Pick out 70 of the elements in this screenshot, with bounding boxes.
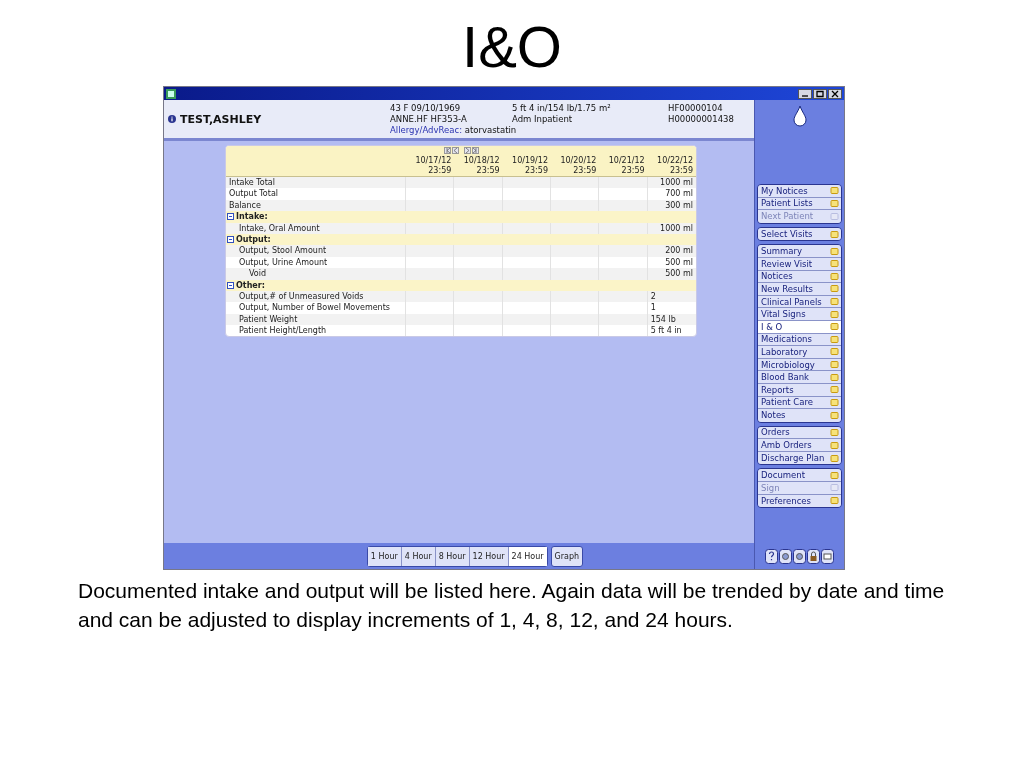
row-label: Intake, Oral Amount	[226, 222, 406, 234]
row-label: Output, Stool Amount	[226, 245, 406, 257]
section-label: Other:	[236, 280, 265, 290]
previous-arrow-icon[interactable]	[451, 147, 459, 154]
slide-title: I&O	[461, 14, 563, 80]
previous-arrow-icon[interactable]	[443, 147, 451, 154]
slide-caption: Documented intake and output will be listed here. Again data will be trended by date and time and can be adjusted to display increments of 1, 4, 8, 12, and 24 hours.	[78, 578, 946, 633]
nav-item[interactable]: Document	[758, 469, 841, 483]
patient-info: ANNE.HF HF353-A	[390, 113, 468, 125]
nav-item[interactable]: Orders	[758, 426, 841, 440]
row-label: Void	[226, 268, 406, 280]
column-header: 10/20/12 23:59	[559, 156, 598, 176]
column-header: 10/17/12 23:59	[414, 156, 453, 176]
nav-item[interactable]: Blood Bank	[758, 371, 841, 384]
patient-info: Adm Inpatient	[512, 113, 574, 125]
patient-info: 5 ft 4 in/154 lb/1.75 m²	[512, 102, 612, 114]
allergy-label: Allergy/AdvReac:	[390, 124, 462, 135]
patient-name: TEST,ASHLEY	[180, 112, 262, 126]
nav-item[interactable]: Summary	[758, 245, 841, 258]
nav-item[interactable]: Vital Signs	[758, 308, 841, 321]
table-cell-text: 2	[649, 290, 657, 303]
row-label: Intake Total	[226, 177, 406, 189]
close-icon[interactable]	[828, 88, 842, 99]
info-icon[interactable]	[168, 115, 176, 123]
graph-button[interactable]: Graph	[550, 545, 584, 567]
row-label: Patient Weight	[226, 313, 406, 326]
section-label: Output:	[236, 235, 271, 245]
column-header: 10/19/12 23:59	[511, 156, 549, 176]
table-cell-text: 300 ml	[664, 199, 694, 212]
row-label: Patient Height/Length	[226, 325, 406, 337]
row-label: Output, Number of Bowel Movements	[226, 302, 406, 314]
column-header: 10/21/12 23:59	[607, 156, 646, 176]
table-cell-text: 200 ml	[664, 245, 694, 257]
section-label: Intake:	[236, 212, 268, 222]
allergy-value: atorvastatin	[464, 124, 517, 135]
collapse-icon[interactable]	[227, 281, 234, 289]
nav-item[interactable]: Amb Orders	[758, 439, 841, 452]
patient-info: HF00000104	[668, 102, 724, 114]
table-cell-text: 500 ml	[664, 268, 694, 280]
column-header: 10/18/12 23:59	[462, 156, 501, 176]
collapse-icon[interactable]	[227, 213, 234, 221]
card-icon[interactable]	[821, 548, 834, 564]
patient-info: H00000001438	[668, 113, 735, 125]
table-cell-text: 500 ml	[664, 256, 694, 269]
table-cell-text: 1000 ml	[659, 177, 694, 189]
table-cell-text: 1	[649, 302, 657, 314]
row-label: Output,# of Unmeasured Voids	[226, 290, 406, 303]
nav-item[interactable]: Laboratory	[758, 346, 841, 359]
nav-item[interactable]: My Notices	[758, 185, 841, 198]
next-arrow-icon[interactable]	[471, 147, 479, 154]
interval-tab[interactable]: 24 Hour	[508, 546, 547, 566]
table-cell-text: 5 ft 4 in	[649, 325, 683, 337]
maximize-icon[interactable]	[813, 88, 827, 99]
nav-item[interactable]: Select Visits	[758, 227, 841, 241]
minimize-icon[interactable]	[798, 88, 812, 99]
patient-info: 43 F 09/10/1969	[390, 102, 462, 114]
interval-tab[interactable]: 1 Hour	[367, 546, 402, 566]
nav-item[interactable]: New Results	[758, 283, 841, 296]
column-header: 10/22/12 23:59	[656, 156, 694, 176]
next-arrow-icon[interactable]	[463, 147, 471, 154]
help-icon[interactable]	[765, 548, 778, 564]
app-icon	[166, 88, 176, 99]
table-cell-text: 154 lb	[649, 313, 677, 326]
nav-item[interactable]: Notes	[758, 409, 841, 422]
collapse-icon[interactable]	[227, 236, 234, 244]
table-cell-text: 1000 ml	[659, 222, 694, 234]
table-cell-text: 700 ml	[664, 188, 694, 200]
droplet-icon	[792, 105, 807, 127]
lock-icon[interactable]	[807, 548, 820, 564]
row-label: Output Total	[226, 188, 406, 200]
